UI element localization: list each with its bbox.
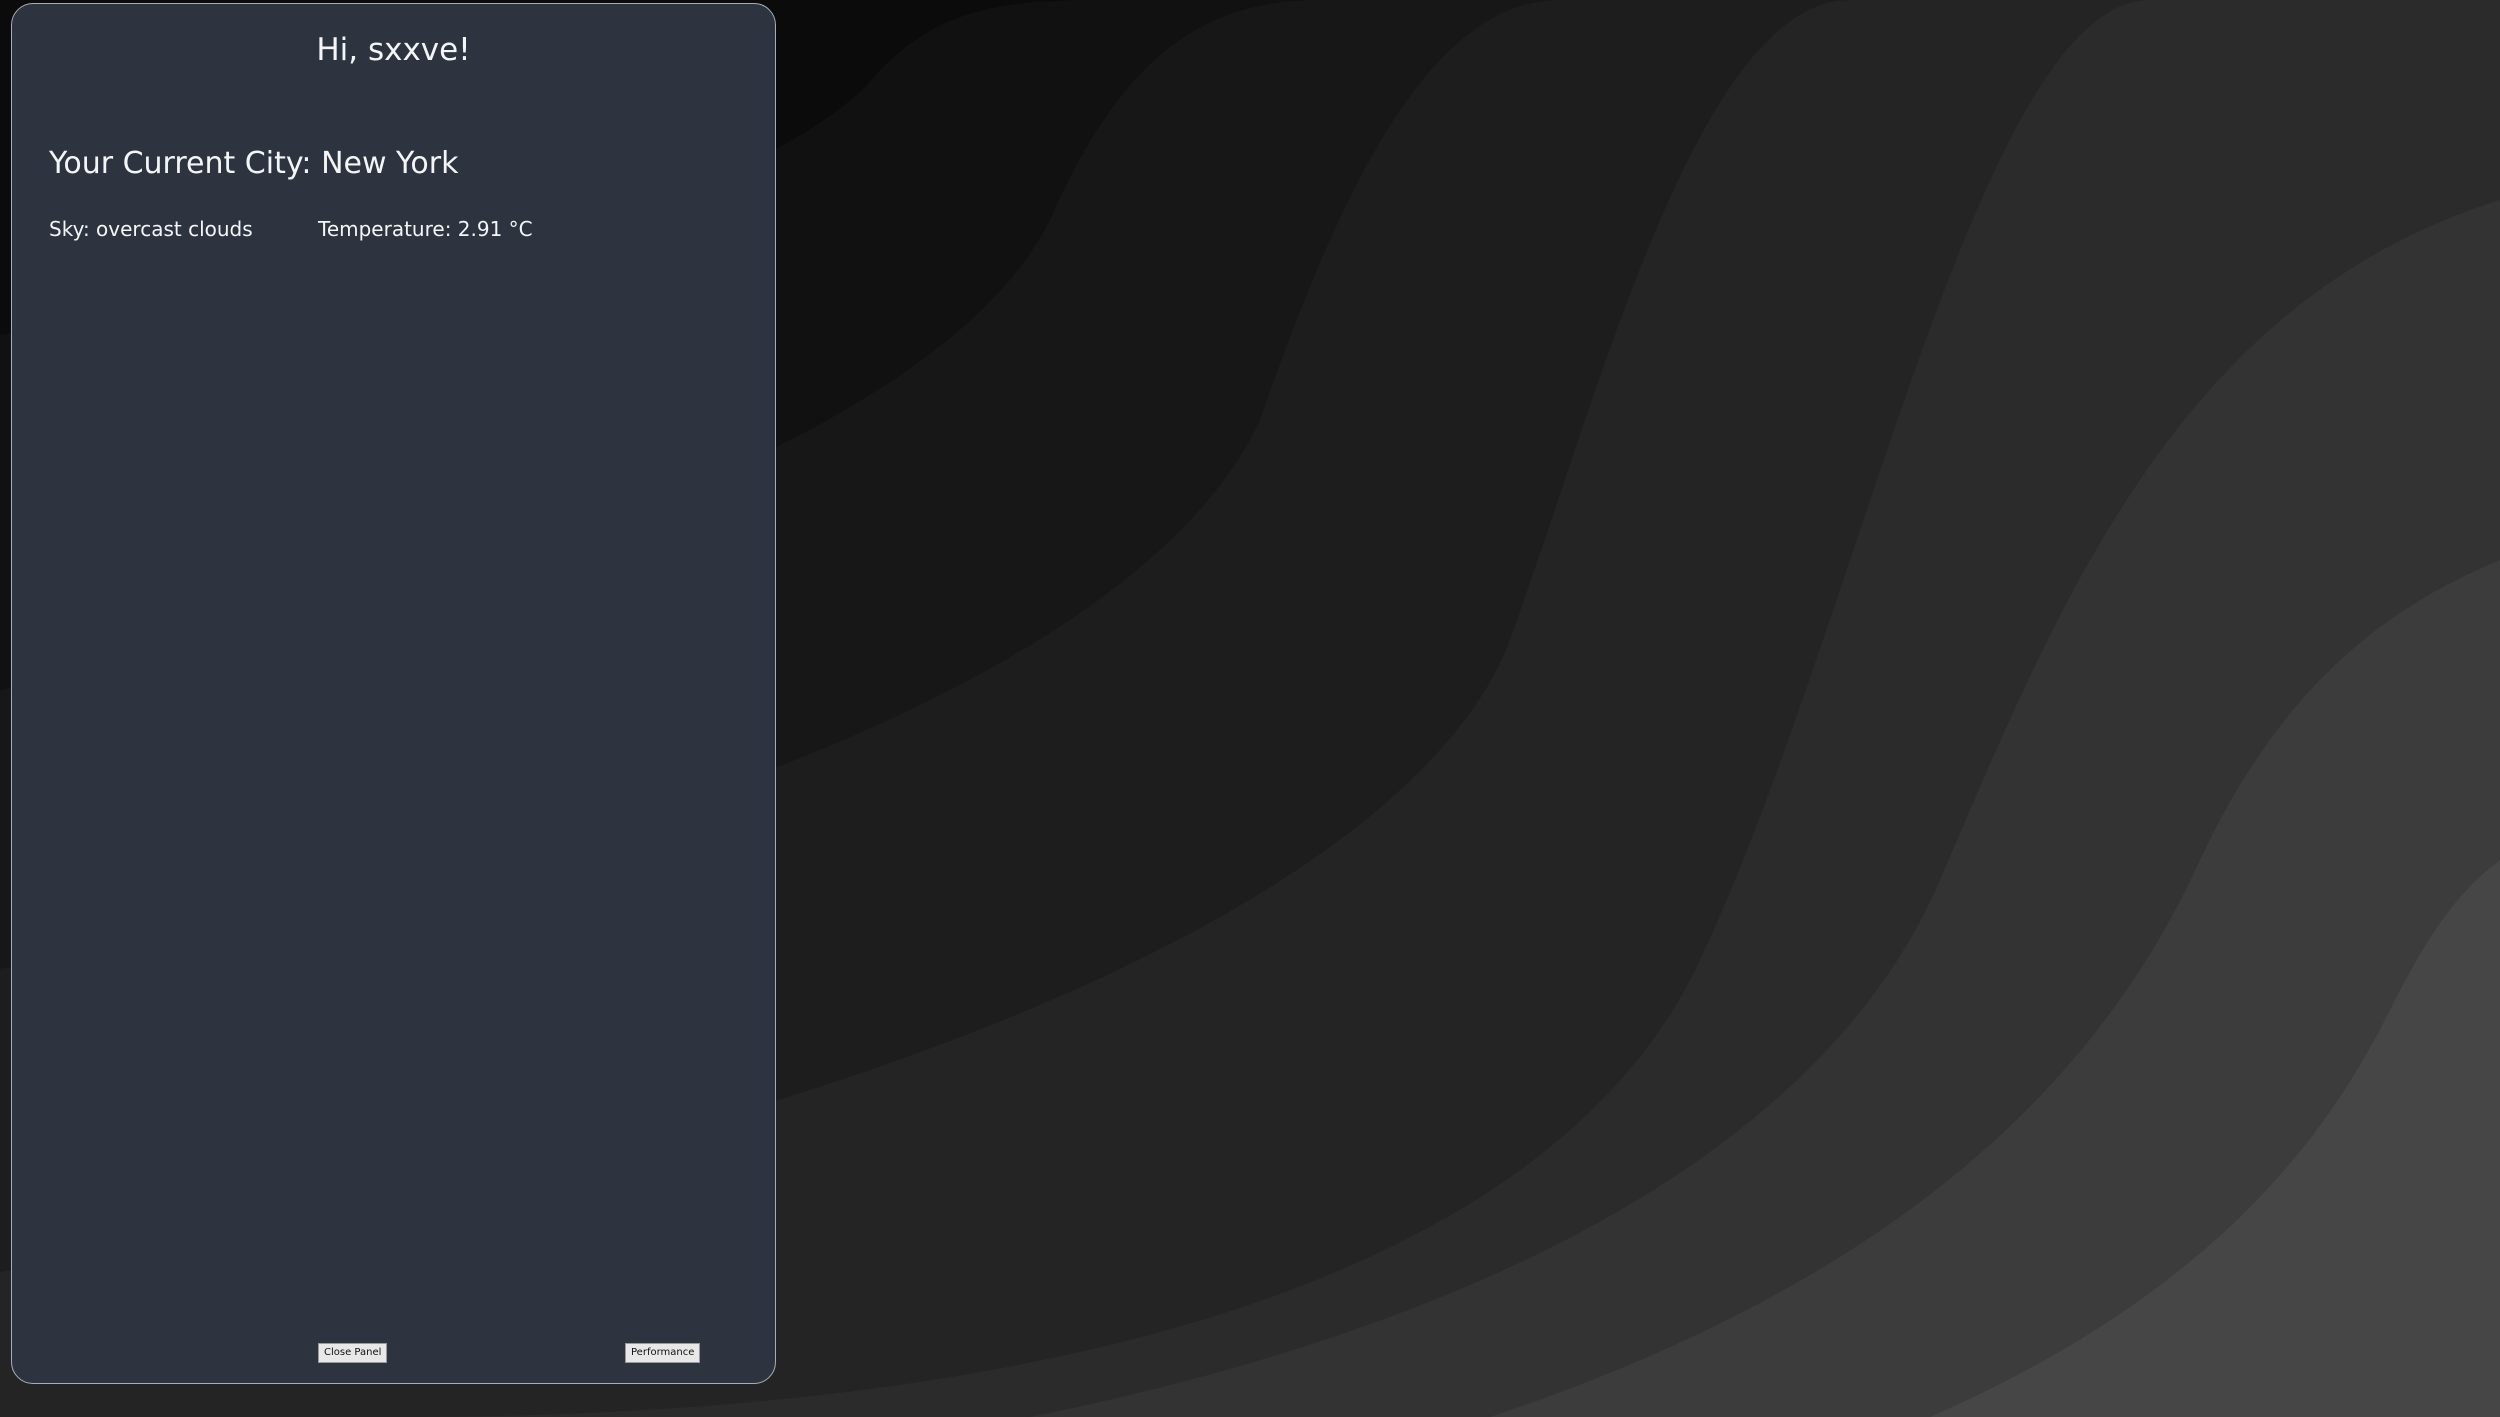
sky-status: Sky: overcast clouds xyxy=(49,215,253,243)
current-city: Your Current City: New York xyxy=(49,144,458,184)
sky-label: Sky: xyxy=(49,217,90,241)
city-value: New York xyxy=(321,146,459,181)
sky-value: overcast clouds xyxy=(96,217,253,241)
temperature-label: Temperature: xyxy=(318,217,452,241)
greeting-heading: Hi, sxxve! xyxy=(316,32,471,68)
performance-button[interactable]: Performance xyxy=(625,1343,701,1363)
temperature-value: 2.91 °C xyxy=(457,217,533,241)
weather-panel: Hi, sxxve! Your Current City: New York S… xyxy=(11,3,776,1384)
temperature-status: Temperature: 2.91 °C xyxy=(318,215,533,243)
desktop: Hi, sxxve! Your Current City: New York S… xyxy=(0,0,2500,1417)
city-label: Your Current City: xyxy=(49,146,312,181)
close-panel-button[interactable]: Close Panel xyxy=(318,1343,388,1363)
